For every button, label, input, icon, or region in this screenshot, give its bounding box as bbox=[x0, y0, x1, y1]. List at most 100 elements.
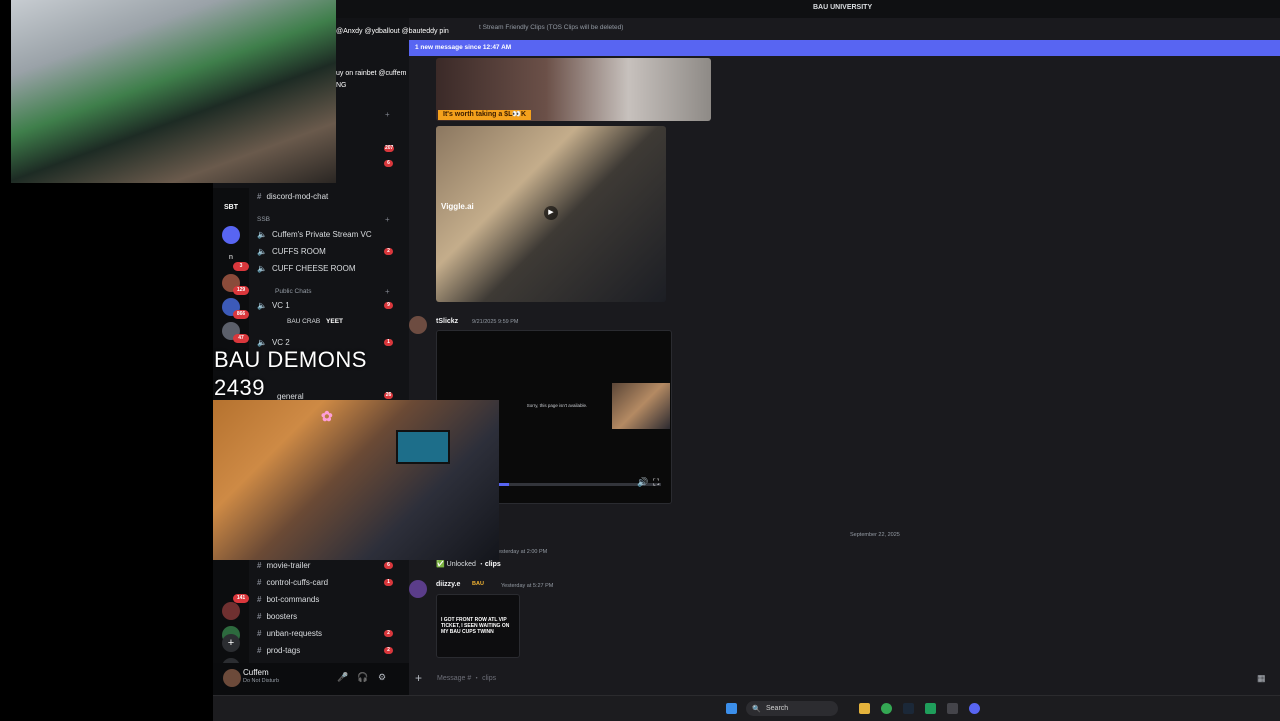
channel-name: movie-trailer bbox=[266, 561, 311, 570]
unread-badge: 207 bbox=[384, 145, 395, 152]
channel-name: prod-tags bbox=[266, 646, 301, 655]
video-message: Sorry, this page isn't available. bbox=[526, 403, 588, 408]
search-label: Search bbox=[766, 705, 789, 712]
discord-icon[interactable] bbox=[969, 703, 980, 714]
channel-discord-mod-chat[interactable]: # discord-mod-chat bbox=[257, 192, 328, 201]
system-message: ✅ Unlocked ・clips bbox=[436, 561, 501, 568]
unread-badge: 2 bbox=[384, 647, 393, 654]
checkmark-icon: ✅ bbox=[436, 561, 445, 568]
channel-name: CUFF CHEESE ROOM bbox=[271, 264, 356, 273]
search-icon: 🔍 bbox=[752, 706, 761, 713]
channel-control-cuffs-card[interactable]: # control-cuffs-card bbox=[257, 578, 328, 587]
unread-badge: 2 bbox=[384, 248, 393, 255]
channel-name: unban-requests bbox=[266, 629, 323, 638]
channel-name: Cuffem's Private Stream VC bbox=[271, 230, 372, 239]
fullscreen-icon[interactable]: ⛶ bbox=[653, 477, 659, 488]
unread-badge: 1 bbox=[384, 339, 393, 346]
unread-badge: 26 bbox=[384, 392, 393, 399]
avatar[interactable] bbox=[409, 580, 427, 598]
media-caption: I GOT FRONT ROW ATL VIP TICKET, I SEEN W… bbox=[441, 617, 510, 635]
chrome-icon[interactable] bbox=[881, 703, 892, 714]
unread-badge: 6 bbox=[384, 160, 393, 167]
message-composer[interactable]: + Message # ・ clips ▦ bbox=[409, 663, 1280, 695]
channel-movie-trailer[interactable]: # movie-trailer bbox=[257, 561, 310, 570]
message-author[interactable]: diizzy.e bbox=[436, 581, 460, 588]
avatar[interactable] bbox=[409, 316, 427, 334]
hash-icon: # bbox=[257, 192, 262, 201]
play-icon[interactable]: ▶ bbox=[544, 206, 558, 220]
avatar[interactable] bbox=[223, 669, 241, 687]
taskbar: 🔍 Search bbox=[213, 695, 1280, 721]
app-icon[interactable] bbox=[947, 703, 958, 714]
date-divider-text: September 22, 2025 bbox=[850, 532, 900, 538]
stream-title-line: BAU DEMONS bbox=[214, 347, 367, 372]
headphones-icon[interactable]: 🎧 bbox=[357, 672, 368, 682]
channel-unban-requests[interactable]: # unban-requests bbox=[257, 629, 322, 638]
member-tag: YEET bbox=[326, 318, 344, 325]
stream-title-line: 2439 bbox=[214, 375, 265, 400]
message-author[interactable]: tSlickz bbox=[436, 318, 458, 325]
video-thumbnail bbox=[612, 383, 670, 429]
server-icon[interactable] bbox=[222, 226, 240, 244]
media-attachment[interactable]: Viggle.ai ▶ bbox=[436, 126, 666, 302]
member-name: BAU CRAB bbox=[287, 318, 321, 325]
add-channel-icon[interactable]: + bbox=[385, 215, 390, 224]
app-icon[interactable] bbox=[925, 703, 936, 714]
media-watermark: Viggle.ai bbox=[441, 202, 474, 211]
add-channel-icon[interactable]: + bbox=[385, 287, 390, 296]
server-badge: 47 bbox=[233, 334, 249, 343]
steam-icon[interactable] bbox=[903, 703, 914, 714]
user-status: Do Not Disturb bbox=[243, 678, 280, 684]
file-explorer-icon[interactable] bbox=[859, 703, 870, 714]
hash-icon: # bbox=[257, 612, 262, 621]
channel-bot-commands[interactable]: # bot-commands bbox=[257, 595, 319, 604]
add-attachment-icon[interactable]: + bbox=[415, 671, 422, 685]
server-badge: 866 bbox=[233, 310, 249, 319]
speaker-icon: 🔈 bbox=[257, 230, 267, 239]
hash-icon: # bbox=[257, 595, 262, 604]
message-input-placeholder[interactable]: Message # ・ clips bbox=[437, 673, 496, 683]
media-caption: It's worth taking a $L👀K bbox=[438, 110, 532, 120]
server-icon[interactable] bbox=[222, 602, 240, 620]
voice-member-bau-crab[interactable]: BAU CRAB YEET bbox=[287, 318, 343, 325]
new-messages-bar[interactable]: 1 new message since 12:47 AM bbox=[409, 40, 1280, 56]
gift-icon[interactable]: ▦ bbox=[1257, 673, 1266, 684]
message-timestamp: 9/21/2025 9:59 PM bbox=[472, 319, 519, 325]
user-name: Cuffem bbox=[243, 668, 269, 677]
channel-vc-1[interactable]: 🔈 VC 1 bbox=[257, 301, 290, 310]
windows-start-icon[interactable] bbox=[726, 703, 737, 714]
channel-cuff-cheese-room[interactable]: 🔈 CUFF CHEESE ROOM bbox=[257, 264, 356, 273]
add-channel-icon[interactable]: + bbox=[385, 110, 390, 119]
webcam-overlay bbox=[11, 0, 336, 183]
server-badge: 3 bbox=[233, 262, 249, 271]
speaker-icon: 🔈 bbox=[257, 264, 267, 273]
channel-prod-tags[interactable]: # prod-tags bbox=[257, 646, 300, 655]
popup-text: NG bbox=[336, 82, 347, 89]
hash-icon: # bbox=[257, 578, 262, 587]
add-server-icon[interactable]: + bbox=[222, 634, 240, 652]
webcam-overlay: ✿ bbox=[213, 400, 499, 560]
channel-private-stream-vc[interactable]: 🔈 Cuffem's Private Stream VC bbox=[257, 230, 372, 239]
hash-icon: # bbox=[257, 646, 262, 655]
category-label[interactable]: SSB bbox=[257, 216, 270, 223]
discord-window: BAU UNIVERSITY 207 6 + SBT n 3 129 866 4… bbox=[213, 0, 1280, 695]
new-messages-text: 1 new message since 12:47 AM bbox=[415, 44, 512, 51]
channel-name: VC 1 bbox=[271, 301, 290, 310]
volume-icon[interactable]: 🔊 bbox=[637, 477, 648, 488]
media-attachment[interactable]: I GOT FRONT ROW ATL VIP TICKET, I SEEN W… bbox=[436, 594, 520, 658]
taskbar-search[interactable]: 🔍 Search bbox=[746, 701, 838, 716]
date-divider: September 22, 2025 bbox=[409, 532, 1280, 542]
channel-boosters[interactable]: # boosters bbox=[257, 612, 297, 621]
hash-icon: # bbox=[257, 561, 262, 570]
message-timestamp: esterday at 2:00 PM bbox=[498, 549, 548, 555]
channel-name: bot-commands bbox=[266, 595, 320, 604]
unread-badge: 6 bbox=[384, 562, 393, 569]
media-attachment[interactable]: It's worth taking a $L👀K bbox=[436, 58, 711, 121]
hash-icon: # bbox=[257, 629, 262, 638]
system-message-channel[interactable]: clips bbox=[485, 561, 501, 568]
channel-name: CUFFS ROOM bbox=[271, 247, 326, 256]
channel-cuffs-room[interactable]: 🔈 CUFFS ROOM bbox=[257, 247, 326, 256]
category-label[interactable]: Public Chats bbox=[275, 288, 312, 295]
microphone-icon[interactable]: 🎤 bbox=[337, 672, 348, 682]
gear-icon[interactable]: ⚙ bbox=[377, 672, 387, 682]
